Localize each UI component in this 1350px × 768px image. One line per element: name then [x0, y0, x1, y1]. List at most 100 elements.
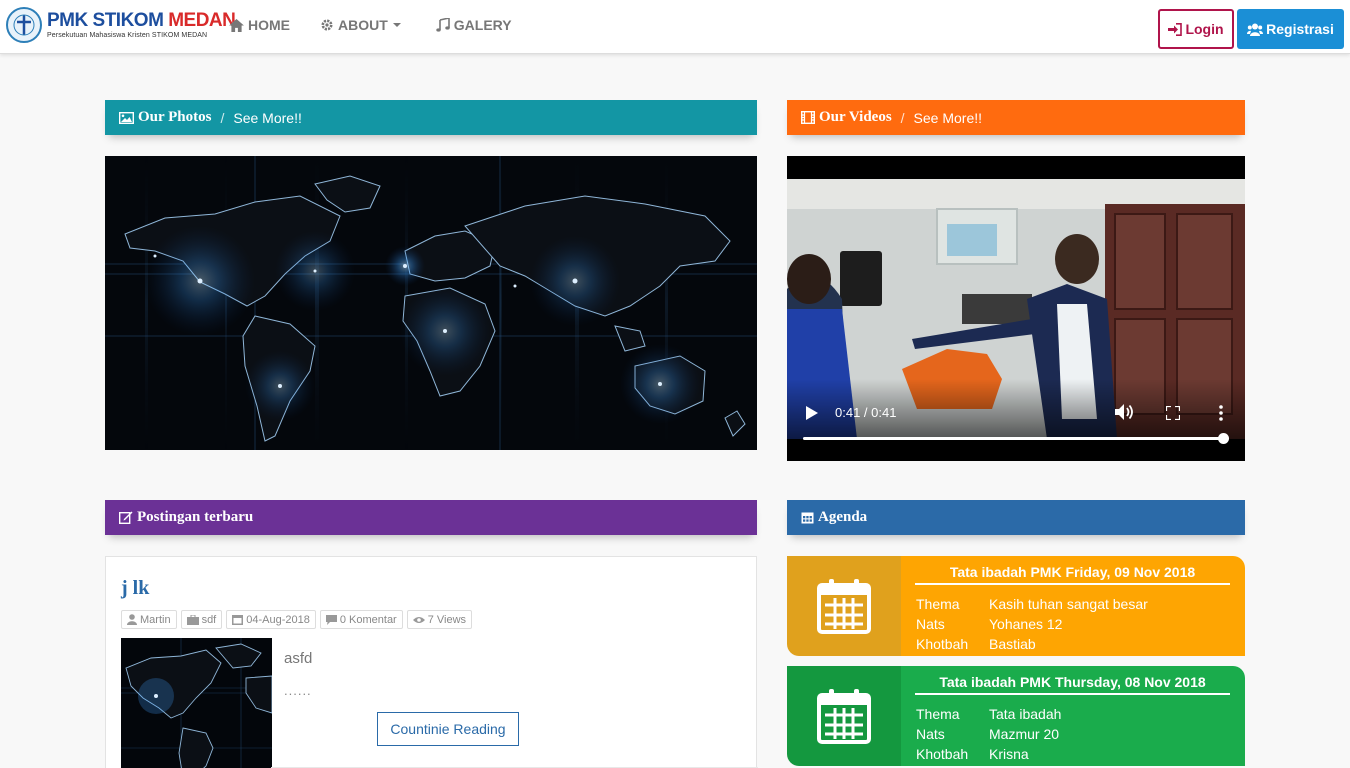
- photo-world-map[interactable]: [105, 156, 757, 450]
- image-icon: [119, 111, 134, 124]
- home-icon: [229, 18, 244, 32]
- register-button[interactable]: Registrasi: [1237, 9, 1344, 49]
- post-views: 7 Views: [427, 613, 467, 626]
- brand-stikom: STIKOM: [92, 10, 164, 31]
- video-progress-knob[interactable]: [1218, 433, 1229, 444]
- calendar-icon: [801, 512, 814, 524]
- users-icon: [1247, 23, 1264, 36]
- post-card: j lk Martin sdf 04-Aug-2018 0 Komentar 7…: [105, 556, 758, 768]
- post-comments-tag[interactable]: 0 Komentar: [319, 610, 403, 629]
- photos-title: Our Photos: [138, 109, 212, 125]
- eye-icon: [412, 616, 425, 623]
- agenda-card-1[interactable]: Tata ibadah PMK Friday, 09 Nov 2018 Them…: [787, 556, 1245, 656]
- photos-separator: /: [220, 109, 225, 126]
- agenda-value-thema: Tata ibadah: [989, 706, 1062, 722]
- agenda-row-khotbah: Khotbah Krisna: [916, 746, 1029, 762]
- continue-reading-button[interactable]: Countinie Reading: [377, 712, 519, 746]
- agenda-row-thema: Thema Tata ibadah: [916, 706, 1061, 722]
- brand-subtitle: Persekutuan Mahasiswa Kristen STIKOM MED…: [47, 32, 208, 39]
- logo-emblem-icon: [6, 7, 42, 43]
- agenda-label-nats: Nats: [916, 616, 945, 632]
- briefcase-icon: [186, 614, 199, 625]
- videos-header: Our Videos / See More!!: [787, 100, 1245, 135]
- video-player[interactable]: 0:41 / 0:41: [787, 156, 1245, 461]
- edit-icon: [119, 511, 133, 524]
- brand-medan: MEDAN: [168, 10, 236, 31]
- fullscreen-icon[interactable]: [1166, 406, 1180, 420]
- agenda-label-khotbah: Khotbah: [916, 636, 969, 652]
- login-button[interactable]: Login: [1158, 9, 1234, 49]
- video-progress-bar[interactable]: [803, 437, 1223, 440]
- brand-pmk: PMK: [47, 10, 88, 31]
- post-comments: 0 Komentar: [339, 613, 397, 626]
- video-controls: 0:41 / 0:41: [787, 396, 1245, 456]
- post-category-tag[interactable]: sdf: [180, 610, 223, 629]
- agenda-card-2[interactable]: Tata ibadah PMK Thursday, 08 Nov 2018 Th…: [787, 666, 1245, 766]
- sign-in-icon: [1168, 22, 1183, 36]
- post-meta: Martin sdf 04-Aug-2018 0 Komentar 7 View…: [121, 610, 476, 629]
- post-ellipsis: ......: [284, 683, 312, 698]
- posts-title: Postingan terbaru: [137, 509, 254, 525]
- agenda-title: Agenda: [818, 509, 868, 525]
- post-category: sdf: [201, 613, 217, 626]
- post-views-tag: 7 Views: [406, 610, 473, 629]
- calendar-icon: [232, 615, 244, 625]
- post-title-link[interactable]: j lk: [121, 577, 149, 600]
- agenda-row-nats: Nats Mazmur 20: [916, 726, 1059, 742]
- videos-see-more-link[interactable]: See More!!: [914, 110, 982, 126]
- nav-home-label: HOME: [248, 17, 290, 33]
- agenda-row-khotbah: Khotbah Bastiab: [916, 636, 1036, 652]
- agenda-label-thema: Thema: [916, 596, 960, 612]
- agenda-item-title[interactable]: Tata ibadah PMK Thursday, 08 Nov 2018: [915, 674, 1230, 695]
- agenda-value-nats: Mazmur 20: [989, 726, 1060, 742]
- volume-icon[interactable]: [1115, 403, 1135, 421]
- user-icon: [127, 614, 137, 625]
- gear-icon: [321, 19, 333, 31]
- agenda-row-thema: Thema Kasih tuhan sangat besar: [916, 596, 1148, 612]
- navbar: PMK STIKOM MEDAN Persekutuan Mahasiswa K…: [0, 0, 1350, 54]
- calendar-icon: [817, 689, 871, 744]
- agenda-item-title[interactable]: Tata ibadah PMK Friday, 09 Nov 2018: [915, 564, 1230, 585]
- nav-galery[interactable]: GALERY: [436, 17, 512, 33]
- photos-see-more-link[interactable]: See More!!: [233, 110, 301, 126]
- login-label: Login: [1185, 21, 1224, 37]
- brand-title: PMK STIKOM MEDAN: [47, 10, 236, 31]
- photos-header: Our Photos / See More!!: [105, 100, 757, 135]
- posts-header: Postingan terbaru: [105, 500, 757, 535]
- agenda-value-nats: Yohanes 12: [989, 616, 1063, 632]
- agenda-value-thema: Kasih tuhan sangat besar: [989, 596, 1148, 612]
- nav-about[interactable]: ABOUT: [320, 17, 406, 33]
- agenda-label-nats: Nats: [916, 726, 945, 742]
- post-date-tag: 04-Aug-2018: [226, 610, 316, 629]
- music-icon: [436, 18, 450, 32]
- nav-galery-label: GALERY: [453, 17, 512, 33]
- caret-down-icon: [392, 23, 401, 27]
- post-author: Martin: [140, 613, 171, 626]
- video-time: 0:41 / 0:41: [835, 405, 897, 420]
- videos-title: Our Videos: [819, 109, 892, 125]
- play-icon[interactable]: [806, 406, 818, 420]
- agenda-value-khotbah: Bastiab: [989, 636, 1036, 652]
- agenda-label-thema: Thema: [916, 706, 960, 722]
- agenda-header: Agenda: [787, 500, 1245, 535]
- post-thumbnail[interactable]: [121, 638, 272, 768]
- agenda-card-2-body: Tata ibadah PMK Thursday, 08 Nov 2018 Th…: [901, 666, 1245, 766]
- brand-logo[interactable]: PMK STIKOM MEDAN Persekutuan Mahasiswa K…: [6, 6, 236, 44]
- post-date: 04-Aug-2018: [246, 613, 310, 626]
- agenda-card-1-body: Tata ibadah PMK Friday, 09 Nov 2018 Them…: [901, 556, 1245, 656]
- film-icon: [801, 111, 815, 124]
- agenda-value-khotbah: Krisna: [989, 746, 1029, 762]
- agenda-card-1-side: [787, 556, 901, 656]
- post-author-tag[interactable]: Martin: [121, 610, 177, 629]
- nav-home[interactable]: HOME: [229, 17, 290, 33]
- more-options-icon[interactable]: [1218, 405, 1224, 421]
- post-excerpt: asfd: [284, 650, 313, 667]
- videos-separator: /: [900, 109, 905, 126]
- agenda-row-nats: Nats Yohanes 12: [916, 616, 1062, 632]
- calendar-icon: [817, 579, 871, 634]
- nav-about-label: ABOUT: [338, 17, 388, 33]
- register-label: Registrasi: [1266, 21, 1334, 37]
- comment-icon: [325, 614, 337, 625]
- agenda-label-khotbah: Khotbah: [916, 746, 969, 762]
- agenda-card-2-side: [787, 666, 901, 766]
